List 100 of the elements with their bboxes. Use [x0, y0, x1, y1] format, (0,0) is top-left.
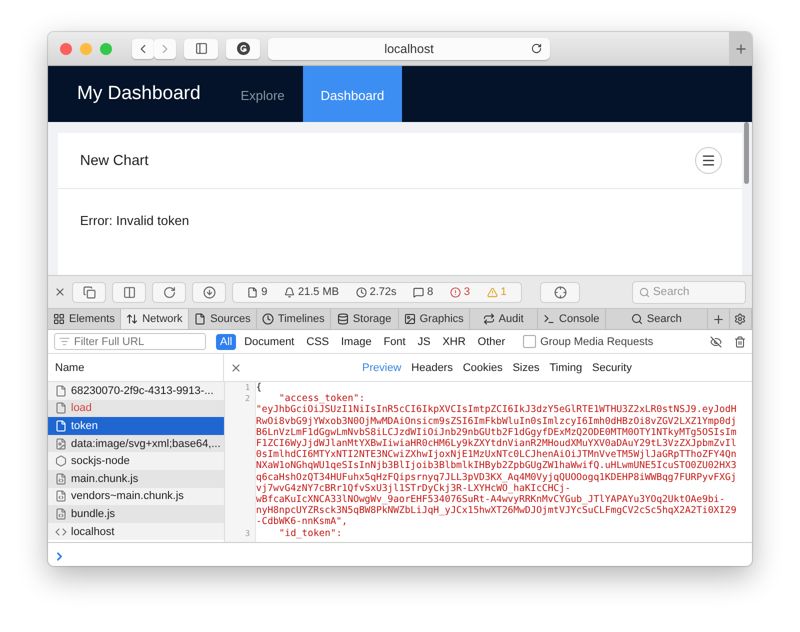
preview-tab[interactable]: Timing [544, 362, 588, 374]
code-line: q6caHshOzQT34HUFuhx5qHzFQipsrnyq7JLL3pVD3KX_Aq4M0VyjqQUOOogq1KDEHP8iWWBqg7FURPyvFXGj [256, 472, 736, 483]
clock-icon [356, 286, 367, 298]
request-row[interactable]: vendors~main.chunk.js [48, 488, 224, 506]
type-filter[interactable]: XHR [438, 334, 470, 350]
request-row[interactable]: data:image/svg+xml;base64,... [48, 434, 224, 452]
terminal-icon [543, 313, 556, 325]
script-file-icon [55, 508, 67, 520]
warning-icon [486, 286, 498, 298]
devtools-tab[interactable]: Timelines [256, 309, 331, 329]
devtools-tab[interactable]: Network [120, 309, 189, 329]
file-icon [194, 313, 206, 325]
size-count[interactable]: 21.5 MB [284, 286, 339, 298]
devtools-tab[interactable]: Search [606, 309, 708, 329]
file-icon [247, 286, 258, 298]
arrows-icon [126, 313, 138, 325]
brand-title: My Dashboard [76, 82, 202, 106]
code-line: { [256, 382, 262, 394]
resources-count[interactable]: 9 [247, 286, 268, 298]
devtools-tab[interactable]: Sources [188, 309, 257, 329]
line-number: 2 [244, 393, 251, 404]
logs-count[interactable]: 8 [413, 286, 434, 298]
clock-icon [262, 313, 274, 325]
filter-field[interactable]: Filter Full URL [54, 333, 206, 350]
g-logo-icon [236, 42, 250, 55]
inspect-button[interactable] [540, 282, 580, 302]
request-row[interactable]: 68230070-2f9c-4313-9913-... [48, 382, 224, 400]
image-icon [404, 313, 416, 325]
filter-icon [59, 336, 70, 347]
menu-button[interactable] [695, 147, 722, 174]
image-file-icon [55, 438, 67, 450]
undock-button[interactable] [72, 282, 106, 302]
reload-icon [162, 286, 176, 298]
code-line: "eyJhbGciOiJSUzI1NiIsInR5cCI6IkpXVCIsImtpZCI6IkJ3dzY5eGlRTE1WTHU3Z2xLR0stNSJ9.eyJodH [256, 404, 736, 416]
columns-icon [122, 286, 136, 298]
database-icon [336, 313, 349, 325]
scrollbar[interactable] [744, 122, 749, 184]
plus-icon [712, 312, 725, 326]
address-bar[interactable]: localhost [268, 38, 550, 60]
errors-count[interactable]: 3 [450, 286, 470, 298]
request-row[interactable]: load [48, 400, 224, 418]
request-row[interactable]: sockjs-node [48, 452, 224, 470]
preview-tab[interactable]: Security [587, 362, 637, 374]
type-filter[interactable]: All [216, 334, 236, 350]
type-filter[interactable]: Document [240, 334, 298, 350]
code-icon [55, 526, 67, 538]
request-row[interactable]: main.chunk.js [48, 470, 224, 488]
crosshair-icon [554, 286, 566, 298]
preview-tab[interactable]: Headers [406, 362, 458, 374]
hexagon-icon [55, 455, 67, 468]
code-line: vj7wvG4zNY7cBRr1QfvSxU3jl1STrDyCkj3R-LXYHcWO_haKIcCHCj- [256, 482, 571, 494]
eye-slash-icon[interactable] [710, 336, 722, 348]
request-row[interactable]: bundle.js [48, 505, 224, 523]
column-header[interactable]: Name [48, 354, 224, 381]
plus-icon [734, 42, 748, 56]
time-count[interactable]: 2.72s [356, 286, 396, 298]
reload-button[interactable] [152, 282, 186, 302]
line-number: 3 [244, 528, 251, 539]
preview-tab[interactable]: Preview [357, 362, 406, 374]
grid-icon [53, 313, 65, 325]
repeat-icon [482, 313, 495, 325]
devtools-tab[interactable]: Console [538, 309, 606, 329]
code-line: F1ZCI6WyJjdWJlanMtYXBwIiwiaHR0cHM6Ly9kZXYtdnVianR2MHoudXMuYXV0aDAuY29tL3VzZXJpbmZvIl [256, 438, 736, 450]
code-line: -CdbWK6-nnKsmA", [256, 516, 348, 528]
file-icon [55, 420, 67, 432]
search-icon [630, 313, 643, 325]
type-filter[interactable]: Font [380, 334, 410, 350]
type-filter[interactable]: JS [414, 334, 434, 350]
back-button[interactable] [132, 38, 154, 58]
devtools-tab[interactable]: Graphics [398, 309, 470, 329]
close-icon[interactable] [230, 362, 242, 374]
dock-side-button[interactable] [112, 282, 146, 302]
close-icon[interactable] [54, 286, 66, 298]
settings-icon [734, 313, 746, 325]
windows-icon [82, 286, 96, 298]
request-row[interactable]: localhost [48, 522, 224, 540]
type-filter[interactable]: Image [337, 334, 376, 350]
code-line: "access_token": [278, 393, 365, 404]
menu-icon [701, 153, 716, 168]
type-filter[interactable]: Other [474, 334, 510, 350]
sidebar-button[interactable] [184, 38, 218, 58]
preview-tab[interactable]: Sizes [508, 362, 544, 374]
speech-bubble-icon [413, 286, 424, 298]
group-media-checkbox[interactable] [523, 335, 536, 348]
type-filter[interactable]: CSS [302, 334, 333, 350]
request-row[interactable]: token [48, 417, 224, 435]
nav-tab[interactable]: Explore [222, 66, 303, 122]
download-button[interactable] [192, 282, 226, 302]
new-tab-button[interactable] [729, 32, 752, 65]
reload-icon[interactable] [531, 43, 542, 54]
extension-button[interactable] [226, 38, 260, 58]
devtools-tab[interactable]: Audit [470, 309, 538, 329]
error-message: Error: Invalid token [79, 212, 190, 230]
preview-tab[interactable]: Cookies [458, 362, 508, 374]
file-icon [55, 384, 67, 397]
trash-icon[interactable] [734, 336, 746, 348]
code-line: NXaW1oNGhqWU1qeSIsInNjb3BlIjoib3BlbmlkIHByb2ZpbGUgZW1haWwifQ.uHLwmUNE5IcuSTO0ZU02HX3 [256, 460, 736, 472]
devtools-tab[interactable]: Storage [330, 309, 399, 329]
download-icon [202, 286, 216, 298]
code-line: wBfcaKuIcXNCA33lNOwgWv_9aorEHF534076SuRt-A4wvyRRKnMvCYGub_JTlYAPAYu3YOq2UktOAe9bi- [256, 494, 725, 506]
